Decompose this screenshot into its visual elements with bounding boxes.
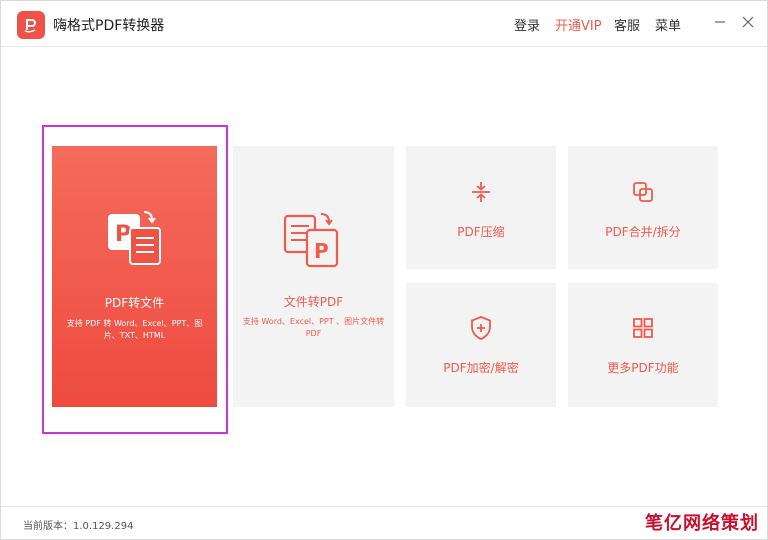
selection-highlight bbox=[42, 125, 228, 434]
pdf-merge-split-card[interactable]: PDF合并/拆分 bbox=[568, 146, 718, 269]
pdf-compress-card[interactable]: PDF压缩 bbox=[406, 146, 556, 269]
merge-split-icon bbox=[633, 182, 653, 202]
pdf-merge-split-label: PDF合并/拆分 bbox=[605, 225, 681, 239]
pdf-encrypt-card[interactable]: PDF加密/解密 bbox=[406, 283, 556, 407]
file-to-pdf-desc: 支持 Word、Excel、PPT 、图片文件转 PDF bbox=[242, 317, 385, 338]
more-pdf-card[interactable]: 更多PDF功能 bbox=[568, 283, 718, 407]
pdf-encrypt-label: PDF加密/解密 bbox=[443, 361, 519, 375]
file-to-pdf-icon: P bbox=[283, 213, 339, 268]
login-link[interactable]: 登录 bbox=[514, 15, 540, 34]
app-window: 嗨格式PDF转换器 登录 开通VIP 客服 菜单 P PDF转文件 支持 PDF bbox=[0, 0, 768, 540]
file-to-pdf-label: 文件转PDF bbox=[283, 295, 344, 309]
app-logo-icon bbox=[17, 11, 45, 39]
pdf-compress-label: PDF压缩 bbox=[457, 225, 505, 239]
menu-link[interactable]: 菜单 bbox=[655, 15, 681, 34]
title-bar: 嗨格式PDF转换器 登录 开通VIP 客服 菜单 bbox=[1, 1, 767, 47]
minimize-icon bbox=[715, 21, 725, 23]
shield-icon bbox=[471, 316, 491, 340]
version-text: 当前版本：1.0.129.294 bbox=[23, 521, 134, 532]
grid-icon bbox=[633, 318, 653, 338]
compress-icon bbox=[472, 182, 490, 202]
app-title: 嗨格式PDF转换器 bbox=[53, 18, 165, 34]
svg-text:P: P bbox=[314, 239, 329, 263]
close-button[interactable] bbox=[739, 13, 757, 31]
service-link[interactable]: 客服 bbox=[614, 15, 640, 34]
close-icon bbox=[742, 16, 754, 28]
file-to-pdf-card[interactable]: P 文件转PDF 支持 Word、Excel、PPT 、图片文件转 PDF bbox=[233, 146, 394, 407]
watermark-text: 笔亿网络策划 bbox=[645, 513, 759, 534]
vip-link[interactable]: 开通VIP bbox=[555, 15, 602, 34]
minimize-button[interactable] bbox=[711, 13, 729, 31]
more-pdf-label: 更多PDF功能 bbox=[607, 361, 679, 375]
